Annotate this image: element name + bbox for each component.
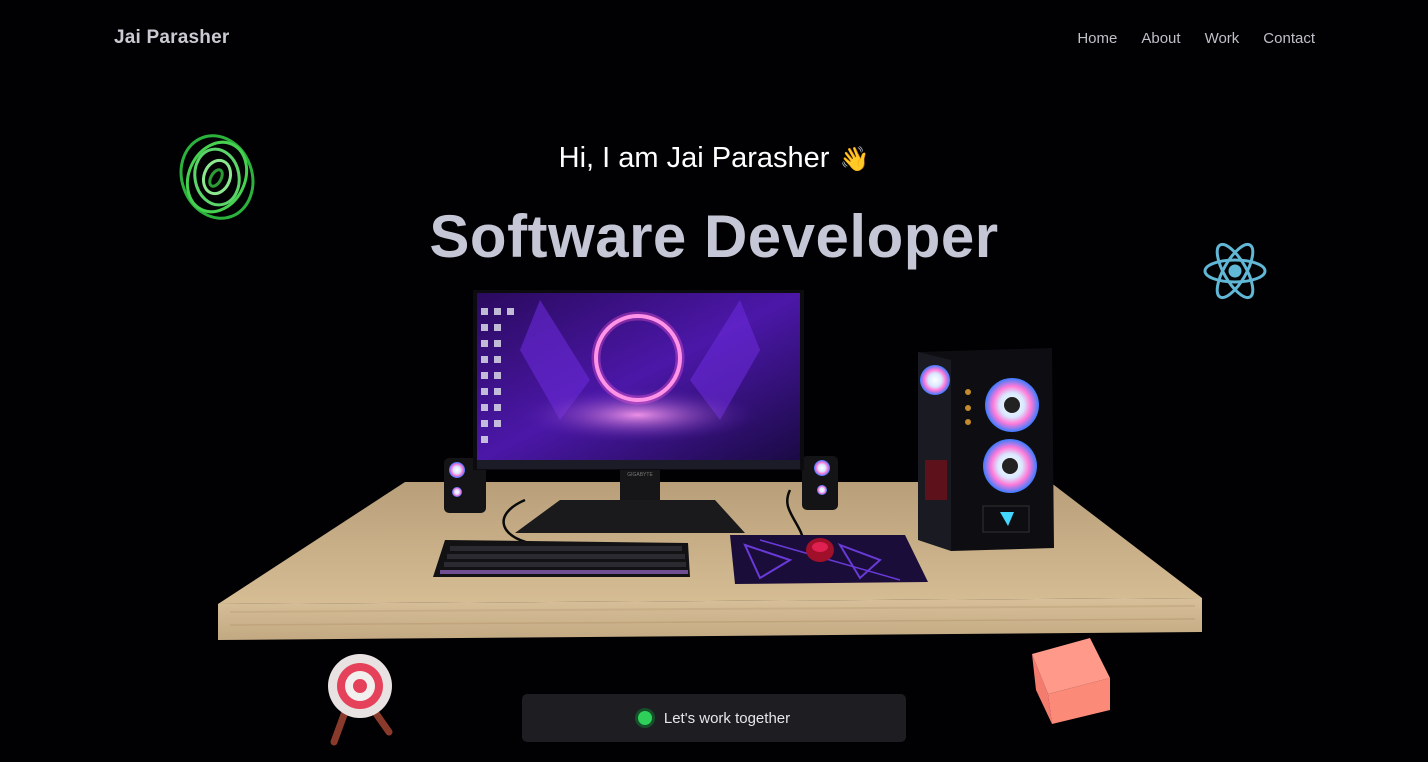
status-dot-icon xyxy=(637,711,652,725)
target-icon xyxy=(328,654,393,746)
desk-scene: GIGABYTE xyxy=(179,134,1267,746)
right-speaker xyxy=(802,456,838,510)
pc-tower xyxy=(918,348,1054,551)
react-atom-icon xyxy=(1203,242,1267,300)
cube-icon xyxy=(1032,638,1110,724)
monitor-brand-label: GIGABYTE xyxy=(627,472,653,478)
work-together-button[interactable]: Let's work together xyxy=(522,694,906,742)
spiral-ring-icon xyxy=(179,134,255,220)
keyboard xyxy=(433,540,690,577)
cta-label: Let's work together xyxy=(663,709,791,727)
mouse xyxy=(806,538,834,562)
